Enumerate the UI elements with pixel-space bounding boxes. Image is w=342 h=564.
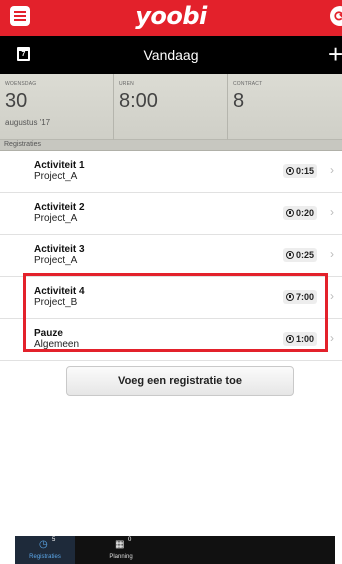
day-summary: WOENSDAG 30 augustus '17 UREN 8:00 CONTR… [0,74,342,140]
add-button[interactable]: + [328,40,342,68]
app-screen: yoobi ⟳ 7 Vandaag + WOENSDAG 30 augustus… [0,0,342,564]
bottom-tab-bar: ◷ 5 Registraties ▦ 0 Planning [15,536,335,564]
list-item[interactable]: Activiteit 1 Project_A 0:15 › [0,151,342,193]
highlight-box [23,273,328,352]
registration-title: Activiteit 1 [34,160,85,171]
stat-hours-value: 8:00 [119,90,158,112]
stat-contract: CONTRACT 8 [228,74,342,140]
list-item[interactable]: Activiteit 3 Project_A 0:25 › [0,235,342,277]
section-title: Registraties [4,141,41,148]
stat-day-month: augustus '17 [5,118,51,127]
stat-day-value: 30 [5,90,28,112]
clock-icon [286,251,294,259]
registration-project: Project_A [34,171,78,182]
stat-contract-label: CONTRACT [233,81,263,87]
clock-icon [286,167,294,175]
tab-registraties[interactable]: ◷ 5 Registraties [15,536,75,564]
clock-icon [286,209,294,217]
chevron-right-icon: › [330,163,334,177]
date-bar: 7 Vandaag + [0,36,342,74]
chevron-right-icon: › [330,205,334,219]
list-item[interactable]: Activiteit 2 Project_A 0:20 › [0,193,342,235]
clock-icon: ◷ [39,539,48,550]
calendar-icon: ▦ [115,539,125,550]
stat-day: WOENSDAG 30 augustus '17 [0,74,114,140]
registration-title: Activiteit 2 [34,202,85,213]
stat-day-label: WOENSDAG [5,81,37,87]
duration-badge: 0:20 [283,206,318,220]
chevron-right-icon: › [330,331,334,345]
chevron-right-icon: › [330,289,334,303]
registration-project: Project_A [34,213,78,224]
stat-hours: UREN 8:00 [114,74,228,140]
add-registration-button[interactable]: Voeg een registratie toe [66,366,294,396]
section-header: Registraties [0,140,342,151]
app-logo: yoobi [135,2,207,30]
registration-title: Activiteit 3 [34,244,85,255]
duration-badge: 0:15 [283,164,318,178]
app-header: yoobi ⟳ [0,0,342,36]
page-title: Vandaag [143,47,199,63]
tab-planning[interactable]: ▦ 0 Planning [91,536,151,564]
tab-label: Planning [109,554,133,560]
stat-hours-label: UREN [119,81,134,87]
registration-project: Project_A [34,255,78,266]
duration-badge: 0:25 [283,248,318,262]
stat-contract-value: 8 [233,90,245,112]
tab-badge: 0 [128,537,132,543]
tab-badge: 5 [52,537,56,543]
tab-label: Registraties [29,554,61,560]
chevron-right-icon: › [330,247,334,261]
